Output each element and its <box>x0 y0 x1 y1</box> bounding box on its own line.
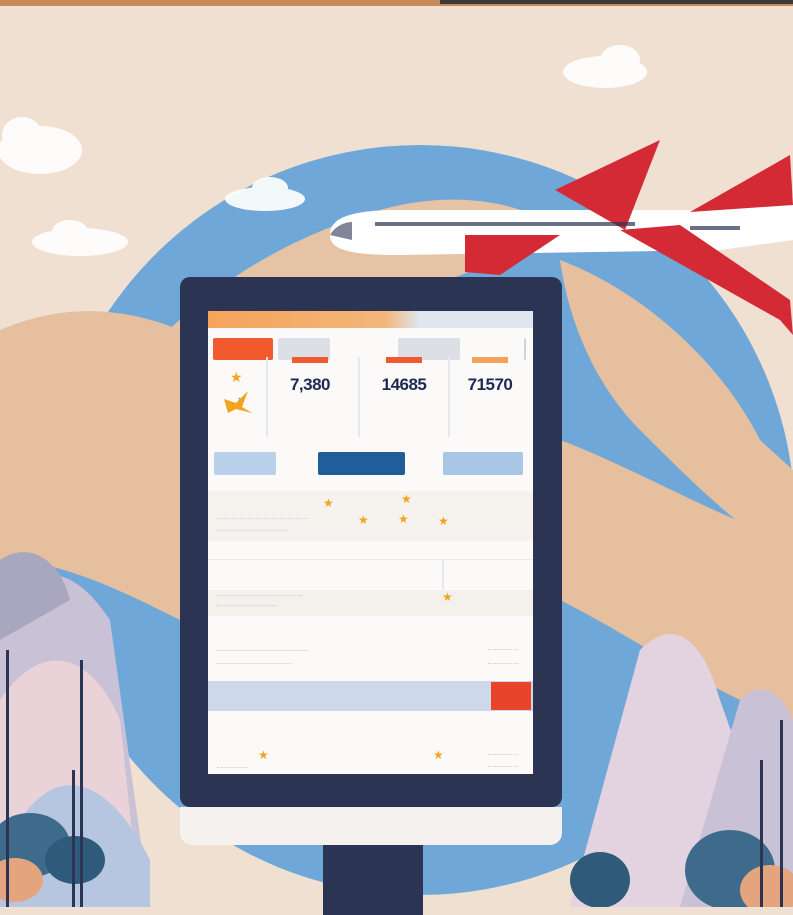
row-detail-line <box>217 530 287 531</box>
fare-card[interactable]: 7,380 <box>266 357 354 437</box>
star-icon: ★ <box>442 590 453 604</box>
row-detail-line <box>488 766 518 767</box>
fare-price: 71570 <box>467 375 513 394</box>
fare-price: 14685 <box>381 375 427 394</box>
select-button[interactable] <box>318 452 405 475</box>
flight-row[interactable] <box>208 619 533 677</box>
star-icon: ★ <box>433 748 444 762</box>
fare-price: 7,380 <box>289 375 331 394</box>
fare-card[interactable]: 14685 <box>360 357 448 437</box>
star-icon: ★ <box>438 514 449 528</box>
row-detail-line <box>217 595 302 596</box>
fare-accent-bar <box>292 357 328 363</box>
star-icon: ★ <box>398 512 409 526</box>
banner-button[interactable] <box>491 682 531 710</box>
row-detail-line <box>217 518 307 519</box>
kiosk-screen: ★ + 7,380 14685 71570 ★ ★ ★ ★ ★ ★ ★ ★ <box>208 311 533 774</box>
filter-primary-button[interactable] <box>213 338 273 360</box>
star-icon: ★ <box>358 513 369 527</box>
star-icon: ★ <box>258 748 269 762</box>
kiosk-display: ★ + 7,380 14685 71570 ★ ★ ★ ★ ★ ★ ★ ★ <box>180 277 562 915</box>
divider <box>442 560 444 590</box>
flight-row[interactable]: ★ ★ <box>208 716 533 774</box>
row-detail-line <box>217 767 247 768</box>
row-detail-line <box>217 605 277 606</box>
row-detail-line <box>488 649 518 650</box>
row-detail-band <box>208 590 533 616</box>
fare-logo-label: + <box>238 397 242 403</box>
fare-accent-bar <box>386 357 422 363</box>
star-icon: ★ <box>323 496 334 510</box>
row-detail-line <box>488 663 518 664</box>
fare-card[interactable]: 71570 <box>446 357 533 437</box>
star-icon: ★ <box>230 369 243 385</box>
fare-accent-bar <box>472 357 508 363</box>
secondary-button[interactable] <box>443 452 523 475</box>
kiosk-stand <box>323 845 423 915</box>
row-detail-line <box>217 663 292 664</box>
kiosk-base <box>180 807 562 845</box>
row-detail-line <box>217 650 307 651</box>
row-detail-line <box>488 754 518 755</box>
flight-row[interactable]: ★ <box>208 559 533 618</box>
screen-header <box>208 311 533 328</box>
secondary-button[interactable] <box>214 452 276 475</box>
promo-banner <box>208 681 533 711</box>
star-icon: ★ <box>401 492 412 506</box>
flight-row[interactable]: ★ ★ ★ ★ ★ <box>208 491 533 541</box>
